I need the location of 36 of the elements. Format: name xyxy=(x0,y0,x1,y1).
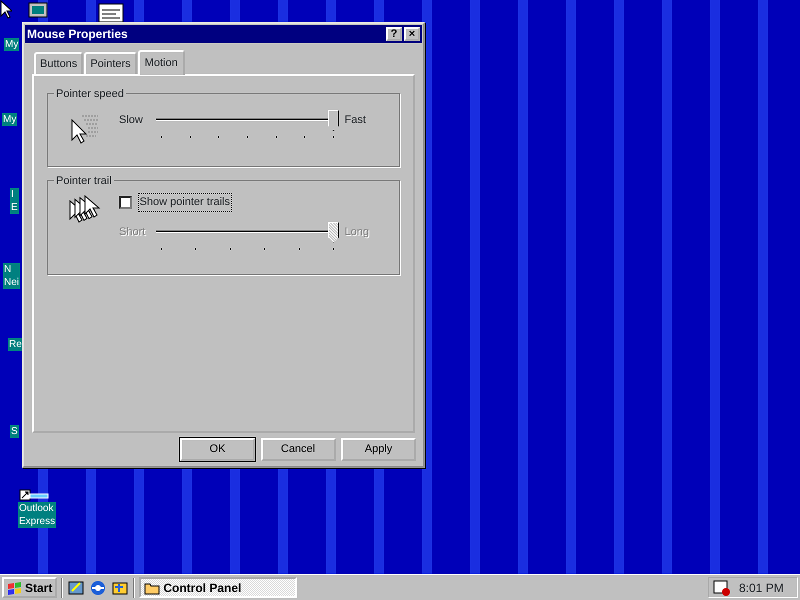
clock: 8:01 PM xyxy=(739,580,784,596)
slider-max-label: Fast xyxy=(344,113,367,128)
start-button[interactable]: Start xyxy=(2,577,58,598)
tab[interactable]: Motion xyxy=(138,50,185,75)
checkbox-label[interactable]: Show pointer trails xyxy=(138,193,232,212)
notepad-icon xyxy=(98,2,124,22)
dialog-button[interactable]: Apply xyxy=(341,438,416,461)
dialog-button[interactable]: OK xyxy=(180,438,255,461)
outlook-express-icon xyxy=(18,488,50,502)
desktop-icon-label[interactable]: Re xyxy=(8,338,23,351)
desktop-shortcut-icon[interactable] xyxy=(67,578,86,596)
slider-min-label: Slow xyxy=(119,113,144,128)
scheduler-icon[interactable] xyxy=(713,578,731,596)
tab[interactable]: Buttons xyxy=(34,52,84,74)
slider-min-label: Short xyxy=(119,224,146,240)
desktop-icon-label[interactable]: I E xyxy=(10,188,19,214)
tab[interactable]: Pointers xyxy=(84,52,137,74)
slider-thumb[interactable] xyxy=(328,110,339,131)
desktop-icon-label[interactable]: N Nei xyxy=(3,263,20,289)
computer-icon xyxy=(28,2,48,20)
mouse-pointer-icon xyxy=(0,0,12,19)
browser-icon[interactable] xyxy=(89,578,108,596)
dialog-button[interactable]: Cancel xyxy=(260,438,336,461)
desktop-icon-label[interactable]: My xyxy=(4,38,20,51)
window-title: Mouse Properties xyxy=(27,26,129,43)
help-button[interactable]: ? xyxy=(386,27,402,41)
desktop-icon-label[interactable]: Outlook Express xyxy=(18,502,56,528)
desktop-icon-label[interactable]: My xyxy=(2,113,18,126)
desktop-icon-label[interactable]: S xyxy=(10,425,19,438)
checkbox[interactable] xyxy=(119,196,132,209)
taskbar-button[interactable]: Control Panel xyxy=(139,577,298,598)
close-button[interactable]: × xyxy=(404,27,420,41)
folder-icon xyxy=(144,580,160,594)
slider-max-label: Long xyxy=(344,224,370,240)
group-title: Pointer speed xyxy=(54,86,126,102)
windows-logo-icon xyxy=(7,580,23,594)
